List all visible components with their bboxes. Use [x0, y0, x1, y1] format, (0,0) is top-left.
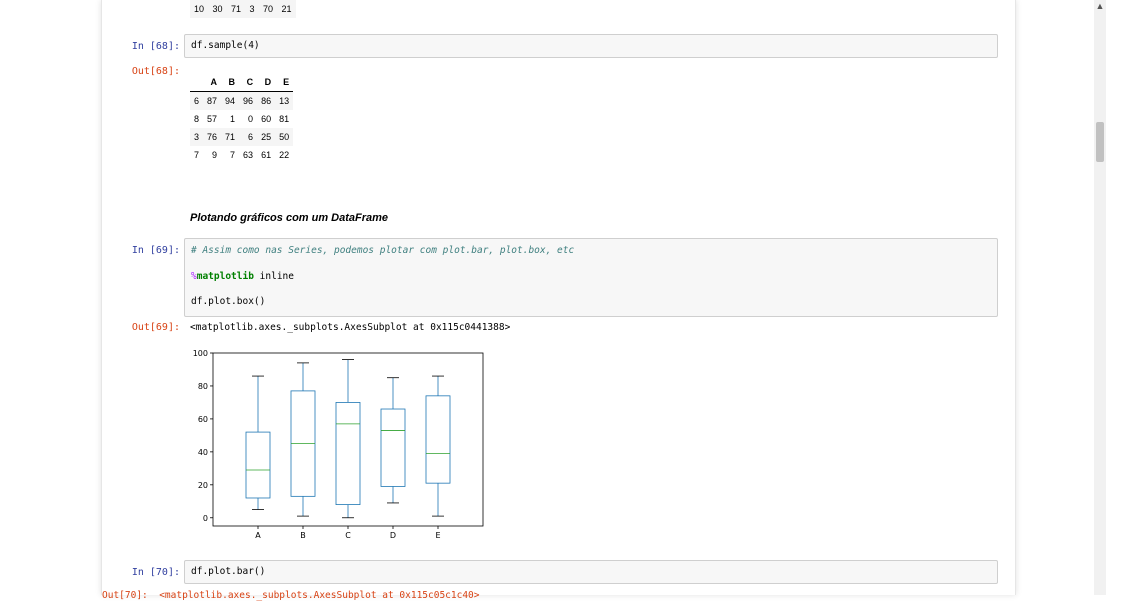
code-cell-68[interactable]: df.sample(4)	[184, 34, 998, 58]
column-header: C	[239, 73, 258, 92]
code-line: df.plot.box()	[191, 296, 266, 307]
table-header-row: A B C D E	[190, 73, 294, 92]
table-cell: 0	[248, 114, 254, 124]
code-cell-70[interactable]: df.plot.bar()	[184, 560, 998, 584]
y-tick-label: 20	[198, 481, 208, 490]
y-tick-label: 80	[198, 382, 208, 391]
x-tick-label: A	[255, 531, 261, 540]
in-prompt-70: In [70]:	[131, 567, 180, 578]
table-cell: 60	[261, 114, 272, 124]
table-cell: 25	[261, 132, 272, 142]
row-index: 6	[194, 96, 200, 106]
code-line: df.plot.bar()	[191, 566, 266, 577]
table-cell: 94	[225, 96, 236, 106]
row-index: 7	[194, 150, 200, 160]
x-tick-label: B	[300, 531, 306, 540]
up-arrow-icon[interactable]: ▲	[1094, 0, 1106, 12]
in-prompt-69: In [69]:	[131, 245, 180, 256]
markdown-heading: Plotando gráficos com um DataFrame	[190, 212, 389, 224]
y-tick-label: 100	[193, 349, 208, 358]
table-cell: 13	[279, 96, 290, 106]
partial-output: Out[70]: <matplotlib.axes._subplots.Axes…	[102, 590, 480, 601]
code-magic-line: %matplotlib inline	[191, 271, 294, 283]
out-prompt-68: Out[68]:	[131, 66, 180, 77]
table-cell: 57	[207, 114, 218, 124]
magic-arg: inline	[253, 271, 294, 282]
code-comment: # Assim como nas Series, podemos plotar …	[191, 245, 575, 256]
magic-keyword: matplotlib	[196, 271, 254, 282]
table-row: 3 76 71 6 25 50	[190, 128, 294, 146]
code-line: df.sample(4)	[191, 40, 260, 51]
dataframe-table: A B C D E 6 87 94 96 86 13 8 57 1 0 60 8…	[190, 73, 294, 164]
table-cell: 63	[243, 150, 254, 160]
table-cell: 96	[243, 96, 254, 106]
table-cell: 61	[261, 150, 272, 160]
table-cell: 50	[279, 132, 290, 142]
row-index: 3	[194, 132, 200, 142]
table-cell: 87	[207, 96, 218, 106]
y-tick-label: 60	[198, 415, 208, 424]
table-cell: 6	[248, 132, 254, 142]
table-row: 6 87 94 96 86 13	[190, 91, 294, 110]
table-cell: 81	[279, 114, 290, 124]
output-text: <matplotlib.axes._subplots.AxesSubplot a…	[190, 322, 511, 333]
column-header: E	[275, 73, 294, 92]
column-header: B	[221, 73, 240, 92]
table-cell: 71	[225, 132, 236, 142]
x-tick-label: C	[345, 531, 351, 540]
scroll-thumb[interactable]	[1096, 122, 1104, 162]
in-prompt-68: In [68]:	[131, 41, 180, 52]
table-cell: 76	[207, 132, 218, 142]
table-row: 8 57 1 0 60 81	[190, 110, 293, 128]
table-cell: 7	[230, 150, 236, 160]
table-cell: 9	[212, 150, 218, 160]
y-tick-label: 0	[203, 514, 208, 523]
index-header	[190, 73, 204, 92]
table-cell: 1	[230, 114, 236, 124]
x-tick-label: E	[435, 531, 440, 540]
column-header: D	[257, 73, 276, 92]
previous-output-row: 10 30 71 3 70 21	[190, 0, 296, 18]
y-tick-label: 40	[198, 448, 208, 457]
row-index: 8	[194, 114, 200, 124]
out-prompt-69: Out[69]:	[131, 322, 180, 333]
code-cell-69[interactable]: # Assim como nas Series, podemos plotar …	[184, 238, 998, 317]
table-cell: 22	[279, 150, 290, 160]
table-cell: 86	[261, 96, 272, 106]
box-plot-chart: 0 20 40 60 80 100 A B C D E	[193, 349, 484, 540]
column-header: A	[203, 73, 222, 92]
vertical-scrollbar[interactable]: ▲	[1094, 0, 1106, 595]
table-row: 7 9 7 63 61 22	[190, 146, 293, 164]
x-tick-label: D	[390, 531, 396, 540]
